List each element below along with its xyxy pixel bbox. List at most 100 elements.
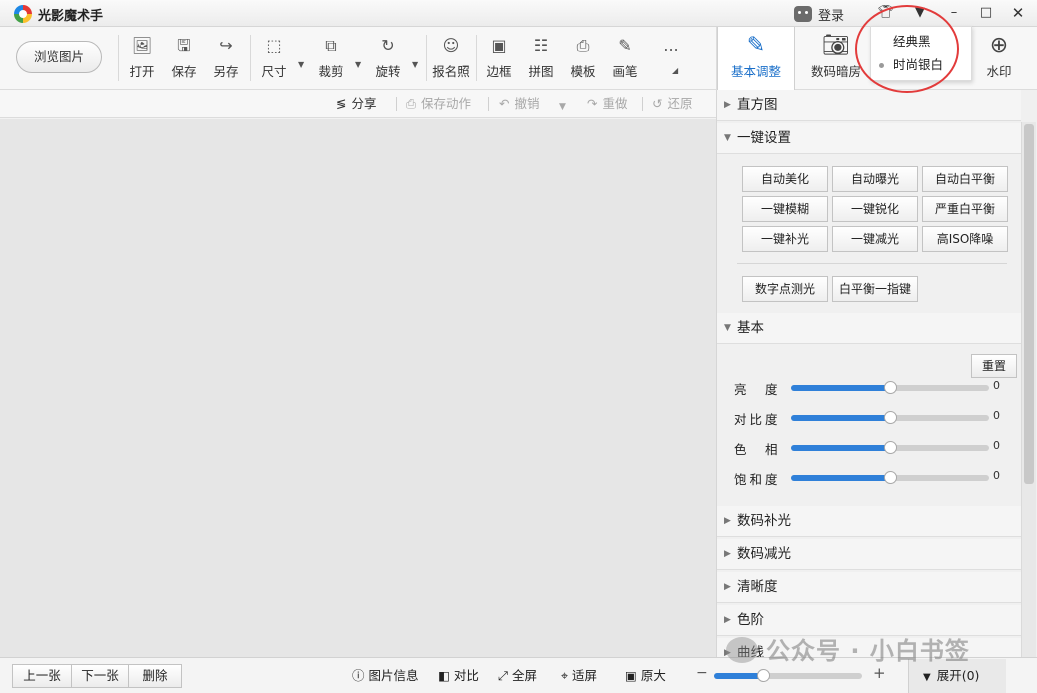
reset-button[interactable]: 重置 xyxy=(971,354,1017,378)
tab-digital-darkroom[interactable]: 📷︎ 数码暗房 xyxy=(797,27,875,89)
action-divider xyxy=(396,97,397,111)
open-button[interactable]: 🖼︎ 打开 xyxy=(122,35,162,81)
one-click-fill-light-button[interactable]: 一键补光 xyxy=(742,226,828,252)
slider-knob[interactable] xyxy=(884,381,897,394)
brightness-slider[interactable] xyxy=(791,381,989,394)
close-icon[interactable]: ✕ xyxy=(1006,3,1030,23)
section-digital-fill-light[interactable]: ▶ 数码补光 xyxy=(717,506,1021,537)
section-divider xyxy=(737,263,1007,264)
menu-dropdown-icon[interactable]: ▼ xyxy=(908,3,932,23)
skin-option-silver-white[interactable]: 时尚银白 xyxy=(871,54,971,76)
contrast-slider[interactable] xyxy=(791,411,989,424)
restore-icon: ↺ xyxy=(652,96,663,111)
skin-icon[interactable]: 👕︎ xyxy=(874,3,898,23)
hue-slider[interactable] xyxy=(791,441,989,454)
resize-dropdown-icon[interactable]: ▼ xyxy=(298,60,304,69)
high-iso-denoise-button[interactable]: 高ISO降噪 xyxy=(922,226,1008,252)
template-button[interactable]: ⎙ 模板 xyxy=(563,35,603,81)
more-dropdown-icon[interactable]: ◢ xyxy=(672,66,678,75)
app-title: 光影魔术手 xyxy=(38,9,104,24)
rotate-button[interactable]: ↻ 旋转 xyxy=(368,35,408,81)
delete-button[interactable]: 删除 xyxy=(128,664,182,688)
zoom-knob[interactable] xyxy=(756,669,770,682)
save-button[interactable]: 🖫︎ 保存 xyxy=(164,35,204,81)
crop-button[interactable]: ⧉ 裁剪 xyxy=(311,35,351,81)
expand-arrow-icon: ▶ xyxy=(724,516,731,526)
tab-basic-adjust[interactable]: ✎ 基本调整 xyxy=(717,27,795,90)
scrollbar-thumb[interactable] xyxy=(1024,124,1034,484)
slider-knob[interactable] xyxy=(884,471,897,484)
collage-button[interactable]: ☷ 拼图 xyxy=(521,35,561,81)
skin-option-classic-black[interactable]: 经典黑 xyxy=(871,31,971,53)
border-icon: ▣ xyxy=(491,36,507,55)
slider-value: 0 xyxy=(993,379,1000,392)
zoom-out-icon[interactable]: − xyxy=(696,665,708,681)
slider-knob[interactable] xyxy=(884,411,897,424)
section-basic[interactable]: ▼ 基本 xyxy=(717,313,1021,344)
section-levels[interactable]: ▶ 色阶 xyxy=(717,605,1021,636)
previous-image-button[interactable]: 上一张 xyxy=(12,664,72,688)
compare-button[interactable]: ◧ 对比 xyxy=(438,666,479,686)
slider-knob[interactable] xyxy=(884,441,897,454)
section-sharpness[interactable]: ▶ 清晰度 xyxy=(717,572,1021,603)
resize-button[interactable]: ⬚ 尺寸 xyxy=(254,35,294,81)
image-info-button[interactable]: ⓘ 图片信息 xyxy=(352,666,419,686)
collage-icon: ☷ xyxy=(533,36,549,55)
saturation-slider[interactable] xyxy=(791,471,989,484)
expand-arrow-icon: ▶ xyxy=(724,549,731,559)
restore-button[interactable]: ↺ 还原 xyxy=(652,95,693,113)
expand-arrow-icon: ▶ xyxy=(724,615,731,625)
section-histogram[interactable]: ▶ 直方图 xyxy=(717,90,1021,121)
collapse-arrow-icon: ▼ xyxy=(724,133,731,143)
slider-contrast: 对比度 0 xyxy=(717,407,1021,427)
skin-menu: 经典黑 时尚银白 xyxy=(870,26,972,81)
app-logo-icon xyxy=(14,5,32,23)
slider-value: 0 xyxy=(993,409,1000,422)
user-face-icon xyxy=(794,6,812,22)
maximize-icon[interactable]: □ xyxy=(974,3,998,23)
fullscreen-icon: ⤢ xyxy=(498,668,509,683)
white-balance-picker-button[interactable]: 白平衡一指键 xyxy=(832,276,918,302)
slider-label: 亮 度 xyxy=(734,382,781,397)
severe-white-balance-button[interactable]: 严重白平衡 xyxy=(922,196,1008,222)
zoom-slider[interactable] xyxy=(714,669,862,682)
border-button[interactable]: ▣ 边框 xyxy=(479,35,519,81)
slider-hue: 色 相 0 xyxy=(717,437,1021,457)
share-icon: ≶ xyxy=(336,96,347,111)
next-image-button[interactable]: 下一张 xyxy=(71,664,129,688)
redo-button[interactable]: ↷ 重做 xyxy=(587,95,628,113)
save-action-icon: ⎙ xyxy=(406,96,417,111)
auto-white-balance-button[interactable]: 自动白平衡 xyxy=(922,166,1008,192)
crop-dropdown-icon[interactable]: ▼ xyxy=(355,60,361,69)
browse-images-button[interactable]: 浏览图片 xyxy=(16,41,102,73)
auto-enhance-button[interactable]: 自动美化 xyxy=(742,166,828,192)
original-size-icon: ▣ xyxy=(625,668,637,683)
one-click-reduce-light-button[interactable]: 一键减光 xyxy=(832,226,918,252)
section-digital-reduce-light[interactable]: ▶ 数码减光 xyxy=(717,539,1021,570)
save-action-button[interactable]: ⎙ 保存动作 xyxy=(406,95,471,113)
brush-button[interactable]: ✎ 画笔 xyxy=(605,35,645,81)
original-size-button[interactable]: ▣ 原大 xyxy=(625,666,666,686)
id-photo-button[interactable]: ☺ 报名照 xyxy=(431,35,471,81)
spot-metering-button[interactable]: 数字点测光 xyxy=(742,276,828,302)
one-click-blur-button[interactable]: 一键模糊 xyxy=(742,196,828,222)
share-button[interactable]: ≶ 分享 xyxy=(336,95,377,113)
image-canvas[interactable] xyxy=(0,119,716,657)
auto-exposure-button[interactable]: 自动曝光 xyxy=(832,166,918,192)
toolbar-divider xyxy=(426,35,427,81)
section-one-click[interactable]: ▼ 一键设置 xyxy=(717,123,1021,154)
slider-brightness: 亮 度 0 xyxy=(717,377,1021,397)
fit-screen-button[interactable]: ⌖ 适屏 xyxy=(561,666,597,686)
undo-button[interactable]: ↶ 撤销 xyxy=(499,95,540,113)
login-button[interactable]: 登录 xyxy=(794,4,844,24)
fullscreen-button[interactable]: ⤢ 全屏 xyxy=(498,666,537,686)
one-click-sharpen-button[interactable]: 一键锐化 xyxy=(832,196,918,222)
save-as-icon: ↪ xyxy=(219,36,233,55)
more-tools-button[interactable]: ... xyxy=(651,35,691,81)
save-as-button[interactable]: ↪ 另存 xyxy=(206,35,246,81)
minimize-icon[interactable]: – xyxy=(942,3,966,23)
rotate-dropdown-icon[interactable]: ▼ xyxy=(412,60,418,69)
undo-dropdown-icon[interactable]: ▼ xyxy=(559,98,566,116)
slider-fill xyxy=(791,415,890,421)
panel-scrollbar[interactable] xyxy=(1021,122,1036,657)
